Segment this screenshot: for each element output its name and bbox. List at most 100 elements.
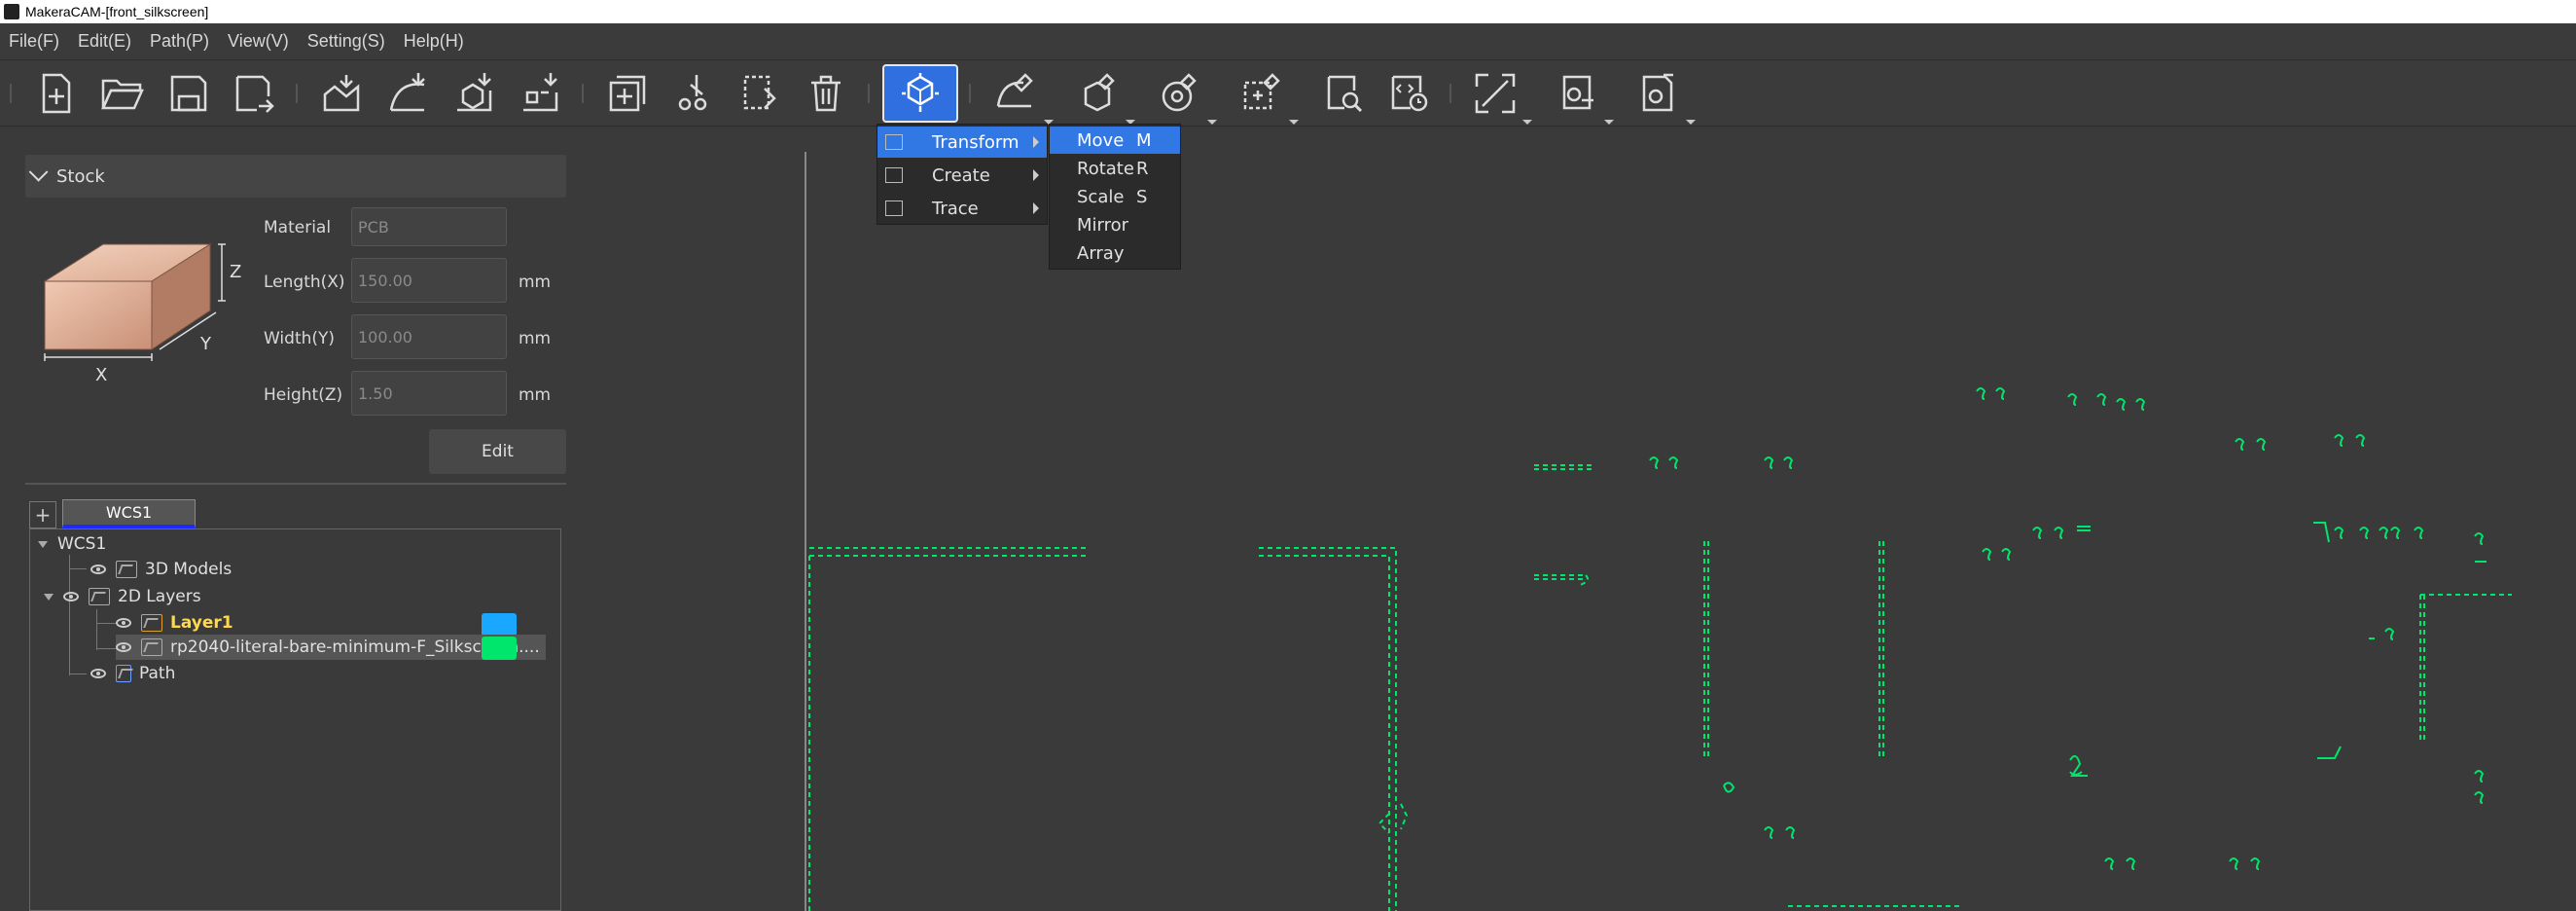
divider	[25, 483, 566, 485]
expand-arrow-icon[interactable]	[38, 540, 48, 548]
preview-icon	[1327, 75, 1363, 113]
tree-item-wcs1[interactable]: WCS1	[30, 531, 106, 557]
import-pcb-icon	[523, 73, 558, 112]
chevron-down-icon[interactable]	[1207, 120, 1217, 125]
add-copy-button[interactable]	[602, 68, 653, 119]
visibility-eye-icon[interactable]	[116, 642, 131, 652]
height-unit: mm	[519, 385, 552, 405]
chevron-down-icon[interactable]	[1522, 120, 1532, 125]
width-unit: mm	[519, 329, 552, 348]
save-as-button[interactable]	[229, 68, 279, 119]
tree-item-layer1[interactable]: Layer1	[116, 610, 233, 636]
machine-settings-icon	[1562, 75, 1593, 110]
shortcut-key: S	[1136, 186, 1148, 207]
tree-item-path[interactable]: Path	[90, 661, 175, 686]
expand-arrow-icon[interactable]	[44, 593, 54, 601]
menu-item-transform[interactable]: Transform	[877, 127, 1047, 158]
chevron-right-icon	[1033, 169, 1039, 181]
submenu-item-move[interactable]: Move M	[1050, 127, 1180, 154]
cut-button[interactable]	[668, 68, 719, 119]
tab-wcs1[interactable]: WCS1	[62, 499, 196, 528]
edit-stock-button[interactable]: Edit	[429, 429, 566, 474]
save-icon	[170, 75, 207, 112]
menu-item-label: Transform	[932, 131, 1020, 153]
menu-file[interactable]: File(F)	[0, 31, 69, 52]
length-field[interactable]: 150.00	[351, 258, 507, 303]
submenu-item-label: Move	[1077, 129, 1125, 151]
length-label: Length(X)	[264, 273, 345, 292]
import-vector-button[interactable]	[382, 68, 433, 119]
delete-icon	[811, 75, 841, 112]
left-panel: Stock X Y Z Material PCB Length(X) 150.0…	[0, 128, 574, 911]
2d-path-button[interactable]	[991, 68, 1054, 125]
tree-item-2d-layers[interactable]: 2D Layers	[44, 584, 201, 609]
machine-settings-button[interactable]	[1552, 68, 1614, 125]
submenu-item-scale[interactable]: Scale S	[1050, 183, 1180, 210]
menu-edit[interactable]: Edit(E)	[69, 31, 141, 52]
toolbar-separator	[296, 84, 298, 103]
drill-path-button[interactable]	[1155, 68, 1217, 125]
visibility-eye-icon[interactable]	[116, 618, 131, 628]
2d-path-icon	[996, 73, 1033, 108]
open-button[interactable]	[96, 68, 147, 119]
layer-folder-icon	[116, 561, 137, 578]
submenu-item-array[interactable]: Array	[1050, 239, 1180, 267]
add-wcs-button[interactable]: +	[29, 501, 56, 528]
export-icon	[1642, 73, 1673, 112]
submenu-item-label: Scale	[1077, 186, 1125, 207]
import-2d-button[interactable]	[316, 68, 367, 119]
app-logo-icon	[4, 4, 19, 19]
3d-path-button[interactable]	[1073, 68, 1135, 125]
tree-item-3d-models[interactable]: 3D Models	[90, 557, 232, 582]
submenu-item-label: Rotate	[1077, 158, 1134, 179]
tree-label-path: Path	[139, 664, 176, 683]
import-pcb-button[interactable]	[515, 68, 565, 119]
transform-icon	[885, 134, 903, 150]
add-copy-icon	[609, 75, 646, 112]
menu-setting[interactable]: Setting(S)	[299, 31, 395, 52]
transform-button[interactable]	[882, 64, 958, 123]
window-title: MakeraCAM-[front_silkscreen]	[25, 4, 209, 19]
visibility-eye-icon[interactable]	[90, 565, 106, 574]
toolbar-separator	[582, 84, 584, 103]
material-field[interactable]: PCB	[351, 207, 507, 246]
menu-bar: File(F) Edit(E) Path(P) View(V) Setting(…	[0, 23, 2576, 60]
visibility-eye-icon[interactable]	[90, 669, 106, 678]
menu-path[interactable]: Path(P)	[141, 31, 219, 52]
menu-item-trace[interactable]: Trace	[877, 193, 1047, 224]
toolbar	[0, 60, 2576, 127]
menu-help[interactable]: Help(H)	[395, 31, 474, 52]
preview-button[interactable]	[1318, 68, 1369, 119]
gcode-button[interactable]	[1384, 68, 1435, 119]
menu-item-create[interactable]: Create	[877, 160, 1047, 191]
axis-y-label: Y	[199, 334, 212, 354]
fit-view-button[interactable]	[1470, 68, 1532, 125]
delete-button[interactable]	[801, 68, 851, 119]
export-button[interactable]	[1633, 68, 1696, 125]
gcode-icon	[1391, 75, 1428, 112]
new-file-button[interactable]	[31, 68, 82, 119]
layer-edit-button[interactable]	[734, 68, 785, 119]
visibility-eye-icon[interactable]	[63, 592, 79, 601]
stock-section-header[interactable]: Stock	[25, 155, 566, 198]
chevron-down-icon[interactable]	[1604, 120, 1614, 125]
design-canvas[interactable]	[574, 128, 2576, 911]
width-field[interactable]: 100.00	[351, 314, 507, 359]
save-button[interactable]	[163, 68, 214, 119]
chevron-down-icon[interactable]	[1289, 120, 1299, 125]
title-bar: MakeraCAM-[front_silkscreen]	[0, 0, 2576, 23]
axis-z-label: Z	[230, 262, 241, 282]
submenu-item-rotate[interactable]: Rotate R	[1050, 155, 1180, 182]
chevron-right-icon	[1033, 136, 1039, 148]
laser-path-button[interactable]	[1236, 68, 1299, 125]
menu-view[interactable]: View(V)	[219, 31, 299, 52]
import-3d-button[interactable]	[448, 68, 499, 119]
layer1-color-swatch[interactable]	[482, 613, 517, 637]
height-field[interactable]: 1.50	[351, 371, 507, 416]
tree-label-2d-layers: 2D Layers	[118, 587, 201, 606]
submenu-item-mirror[interactable]: Mirror	[1050, 211, 1180, 238]
cut-icon	[678, 75, 707, 111]
width-label: Width(Y)	[264, 329, 336, 348]
silkscreen-color-swatch[interactable]	[482, 637, 517, 660]
chevron-down-icon[interactable]	[1686, 120, 1696, 125]
